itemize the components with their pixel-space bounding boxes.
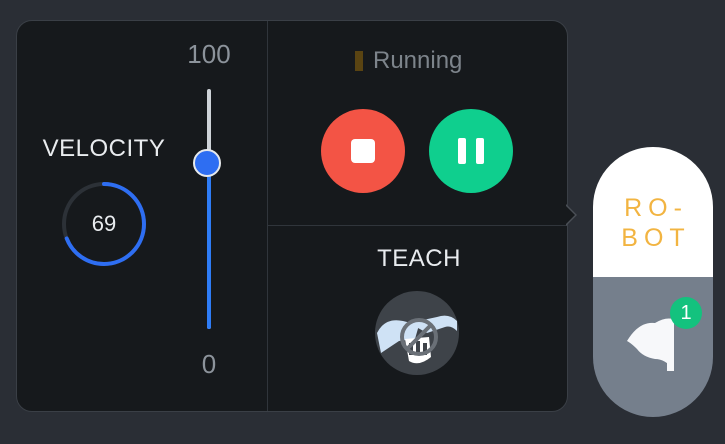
velocity-slider-fill [207,163,211,329]
stop-button[interactable] [321,109,405,193]
teach-button[interactable] [375,291,459,375]
notification-badge: 1 [670,297,702,329]
velocity-slider-thumb[interactable] [193,149,221,178]
slider-min-label: 0 [201,349,217,379]
status-indicator [355,51,363,71]
velocity-label: VELOCITY [42,135,166,162]
horizontal-divider [268,225,567,226]
flag-icon [627,318,674,371]
robot-hand-disabled-icon [377,315,457,364]
slider-max-label: 100 [187,39,231,69]
robot-mode-toggle[interactable]: RO- BOT [593,147,713,417]
teach-label: TEACH [377,245,461,272]
status-text: Running [373,47,463,74]
stop-icon [351,139,375,163]
flag-button[interactable] [593,277,713,417]
velocity-value: 69 [91,211,117,236]
pause-icon [458,138,466,164]
robot-label: RO- BOT [611,193,701,253]
pause-button[interactable] [429,109,513,193]
run-status: Running [355,47,462,75]
vertical-divider [267,21,268,411]
pause-icon [476,138,484,164]
control-panel: VELOCITY 69 100 0 Running TEACH [16,20,568,412]
robot-label-text: RO- BOT [621,194,691,252]
popover-arrow-inner [566,206,575,224]
robot-mode-button[interactable]: RO- BOT [593,147,713,277]
